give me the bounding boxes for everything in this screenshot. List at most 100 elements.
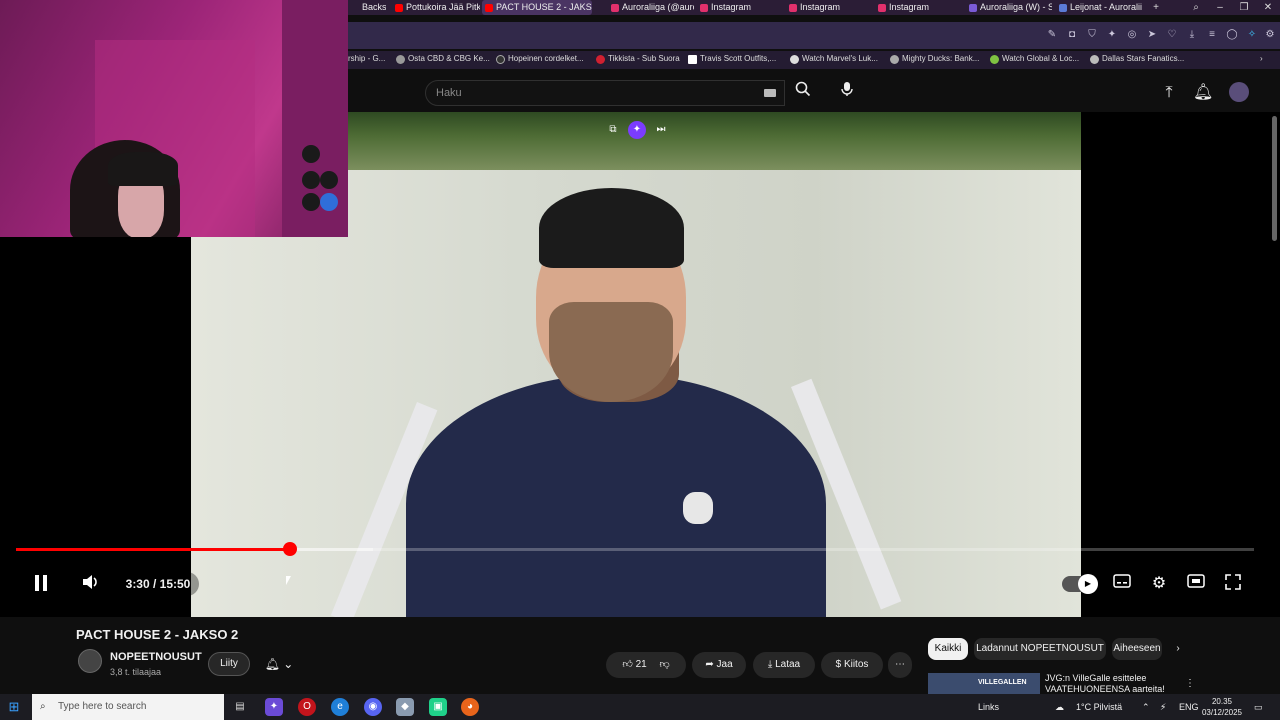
menu-icon[interactable]: ≡	[1206, 29, 1218, 41]
browser-tab[interactable]: Backstal	[348, 0, 386, 15]
extension-icon[interactable]: ✦	[1106, 29, 1118, 41]
discord-icon[interactable]: ◉	[364, 698, 382, 716]
settings-icon[interactable]: ⚙	[1264, 29, 1276, 41]
thanks-button[interactable]: $ Kiitos	[821, 652, 883, 678]
address-bar-area[interactable]: ✎ ◘ ⛉ ✦ ◎ ➤ ♡ ⤓ ≡ ◯ ✧ ⚙	[348, 22, 1280, 49]
edge-icon[interactable]: e	[331, 698, 349, 716]
firefox-icon[interactable]: ◕	[461, 698, 479, 716]
subscription-bell-icon[interactable]: 🔔︎ ⌄	[256, 652, 302, 676]
copilot-icon[interactable]: ✦	[265, 698, 283, 716]
autoplay-toggle[interactable]: ▶	[1062, 574, 1098, 594]
bookmark-item[interactable]: Travis Scott Outfits,...	[688, 54, 776, 64]
language-indicator[interactable]: ENG	[1179, 694, 1199, 720]
recommended-title[interactable]: JVG:n VilleGalle esittelee VAATEHUONEENS…	[1045, 673, 1175, 694]
dislike-icon[interactable]: 👎︎	[659, 659, 669, 670]
fullscreen-icon[interactable]	[1222, 574, 1244, 594]
close-icon[interactable]: ✕	[1256, 0, 1280, 15]
browser-tab-active[interactable]: PACT HOUSE 2 - JAKS	[482, 0, 592, 15]
skip-icon[interactable]: ⏭	[652, 121, 670, 139]
bookmark-item[interactable]: Osta CBD & CBG Ke...	[396, 54, 490, 64]
channel-avatar[interactable]	[78, 649, 102, 673]
chip-related[interactable]: Aiheeseen	[1112, 638, 1162, 660]
bookmark-item[interactable]: Dallas Stars Fanatics...	[1090, 54, 1184, 64]
minimize-icon[interactable]: –	[1208, 0, 1232, 15]
chip-all[interactable]: Kaikki	[928, 638, 968, 660]
download-button[interactable]: ⤓ Lataa	[753, 652, 815, 678]
tab-label: PACT HOUSE 2 - JAKS	[496, 2, 592, 12]
more-actions-button[interactable]: ⋯	[888, 652, 912, 678]
channel-name[interactable]: NOPEETNOUSUT	[110, 651, 202, 663]
subtitles-icon[interactable]	[1111, 574, 1133, 594]
bookmark-label: Hopeinen cordelket...	[508, 54, 584, 63]
browser-tab[interactable]: Auroraliiga (W) - St	[966, 0, 1052, 15]
task-view-icon[interactable]: ▤	[231, 698, 249, 716]
send-icon[interactable]: ➤	[1146, 29, 1158, 41]
user-avatar[interactable]	[1229, 82, 1249, 102]
page-scrollbar[interactable]	[1272, 116, 1277, 241]
shield-icon[interactable]: ⛉	[1086, 29, 1098, 41]
video-overlay-toolbar: ⧉ ✦ ⏭	[604, 121, 674, 141]
heart-icon[interactable]: ♡	[1166, 29, 1178, 41]
bookmark-item[interactable]: rship - G...	[348, 54, 385, 63]
bookmark-item[interactable]: Watch Global & Loc...	[990, 54, 1079, 64]
bookmark-item[interactable]: Hopeinen cordelket...	[496, 54, 584, 64]
microphone-icon[interactable]	[834, 80, 860, 106]
recommended-menu-icon[interactable]: ⋮	[1180, 673, 1200, 695]
download-icon[interactable]: ⤓	[1186, 29, 1198, 41]
ai-icon[interactable]: ✧	[1246, 29, 1258, 41]
progress-scrubber[interactable]	[282, 542, 297, 556]
browser-tab[interactable]: Instagram	[786, 0, 872, 15]
windows-start-icon[interactable]: ⊞	[6, 699, 22, 715]
weather-text[interactable]: 1°C Pilvistä	[1076, 694, 1122, 720]
app-icon[interactable]: ◆	[396, 698, 414, 716]
notifications-bell-icon[interactable]: 🔔︎	[1193, 84, 1213, 102]
restore-icon[interactable]: ❐	[1232, 0, 1256, 15]
browser-tab[interactable]: Instagram	[697, 0, 783, 15]
chip-channel[interactable]: Ladannut NOPEETNOUSUT	[974, 638, 1106, 660]
volume-icon[interactable]	[80, 574, 102, 594]
upload-icon[interactable]: ⤒	[1160, 84, 1178, 102]
profile-icon[interactable]: ◯	[1226, 29, 1238, 41]
chips-next-icon[interactable]: ›	[1166, 638, 1190, 660]
browser-tab[interactable]: Leijonat - Auroralii	[1056, 0, 1142, 15]
time-display: 3:30 / 15:50	[117, 572, 199, 596]
taskbar-search-input[interactable]: ⌕ Type here to search	[32, 694, 224, 720]
keyboard-icon[interactable]	[764, 89, 776, 97]
theater-mode-icon[interactable]	[1185, 574, 1207, 594]
notification-center-icon[interactable]: ▭	[1254, 694, 1263, 720]
browser-tab[interactable]: Auroraliiga (@auro	[608, 0, 694, 15]
youtube-masthead: Haku ⤒ 🔔︎	[348, 70, 1280, 114]
rack-disc	[320, 193, 338, 211]
tray-expand-icon[interactable]: ⌃	[1142, 694, 1150, 720]
search-input[interactable]: Haku	[425, 80, 785, 106]
bookmark-item[interactable]: Mighty Ducks: Bank...	[890, 54, 979, 64]
weather-icon[interactable]: ☁	[1055, 694, 1064, 720]
network-icon[interactable]: ⚡︎	[1160, 694, 1166, 720]
camera-icon[interactable]: ◘	[1066, 29, 1078, 41]
screenshot-icon[interactable]: ◎	[1126, 29, 1138, 41]
settings-gear-icon[interactable]: ⚙	[1148, 574, 1170, 594]
join-button[interactable]: Liity	[208, 652, 250, 676]
like-dislike-button[interactable]: 👍︎ 21 👎︎	[606, 652, 686, 678]
app-icon[interactable]: ▣	[429, 698, 447, 716]
browser-tab[interactable]: Pottukoira Jää Pitkä	[392, 0, 480, 15]
ai-assistant-icon[interactable]: ✦	[628, 121, 646, 139]
taskbar-clock[interactable]: 20.35 03/12/2025	[1200, 696, 1244, 718]
new-tab-icon[interactable]: +	[1144, 0, 1168, 15]
recommended-thumbnail[interactable]: VILLEGALLEN	[928, 673, 1040, 694]
opera-gx-icon[interactable]: O	[298, 698, 316, 716]
search-icon[interactable]	[785, 80, 821, 106]
share-button[interactable]: ➦ Jaa	[692, 652, 746, 678]
pause-button[interactable]	[30, 574, 52, 594]
edit-icon[interactable]: ✎	[1046, 29, 1058, 41]
bookmark-item[interactable]: Watch Marvel's Luk...	[790, 54, 878, 64]
taskbar-links[interactable]: Links	[978, 694, 999, 720]
bookmarks-more-icon[interactable]: ›	[1260, 54, 1263, 63]
bookmark-item[interactable]: Tikkista - Sub Suora	[596, 54, 680, 64]
search-tabs-icon[interactable]: ⌕	[1184, 0, 1208, 15]
like-icon[interactable]: 👍︎	[622, 659, 632, 670]
picture-in-picture-icon[interactable]: ⧉	[604, 121, 622, 139]
screen: Backstal Pottukoira Jää Pitkä PACT HOUSE…	[0, 0, 1280, 720]
browser-tab[interactable]: Instagram	[875, 0, 961, 15]
progress-bar[interactable]	[16, 548, 1254, 551]
